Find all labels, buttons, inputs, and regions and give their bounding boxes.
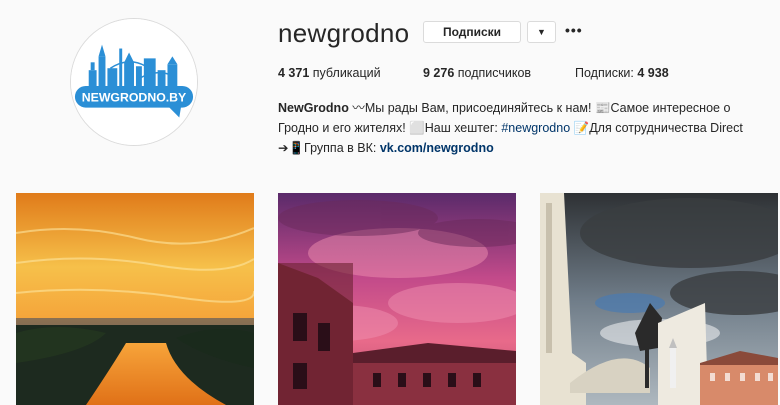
newgrodno-logo: NEWGRODNO.BY (71, 19, 197, 145)
bio-line2-rest: 📝Для сотрудничества Direct (570, 121, 743, 135)
followers-stat[interactable]: 9 276 подписчиков (423, 66, 531, 80)
following-button[interactable]: Подписки (423, 21, 521, 43)
followers-label: подписчиков (457, 66, 532, 80)
avatar-brand-text: NEWGRODNO.BY (82, 91, 187, 105)
profile-stats: 4 371 публикаций 9 276 подписчиков Подпи… (278, 66, 780, 84)
bio-line3: ➔📱Группа в ВК: (278, 141, 380, 155)
following-label: Подписки: (575, 66, 634, 80)
followers-count: 9 276 (423, 66, 455, 80)
bio-line2: Гродно и его жителях! ⬜Наш хештег: (278, 121, 502, 135)
post-thumbnail-3[interactable] (540, 193, 778, 405)
bio-external-link[interactable]: vk.com/newgrodno (380, 141, 494, 155)
post-thumbnail-1[interactable] (16, 193, 254, 405)
following-stat[interactable]: Подписки: 4 938 (575, 66, 669, 80)
profile-username: newgrodno (278, 18, 410, 48)
more-options-icon[interactable]: ••• (565, 22, 583, 38)
dropdown-caret-button[interactable]: ▼ (527, 21, 556, 43)
posts-count: 4 371 (278, 66, 310, 80)
posts-stat: 4 371 публикаций (278, 66, 381, 80)
bio-name: NewGrodno (278, 101, 349, 115)
bio-line1: 〰Мы рады Вам, присоединяйтесь к нам! 📰Са… (352, 101, 731, 115)
monument-sky-image (540, 193, 778, 405)
following-count: 4 938 (637, 66, 669, 80)
pink-clouds-image (278, 193, 516, 405)
post-thumbnail-2[interactable] (278, 193, 516, 405)
profile-bio: NewGrodno 〰Мы рады Вам, присоединяйтесь … (278, 98, 768, 158)
profile-avatar[interactable]: NEWGRODNO.BY (70, 18, 198, 146)
sunset-river-image (16, 193, 254, 405)
bio-hashtag-link[interactable]: #newgrodno (501, 121, 570, 135)
chevron-down-icon: ▼ (537, 27, 546, 37)
posts-label: публикаций (312, 66, 381, 80)
